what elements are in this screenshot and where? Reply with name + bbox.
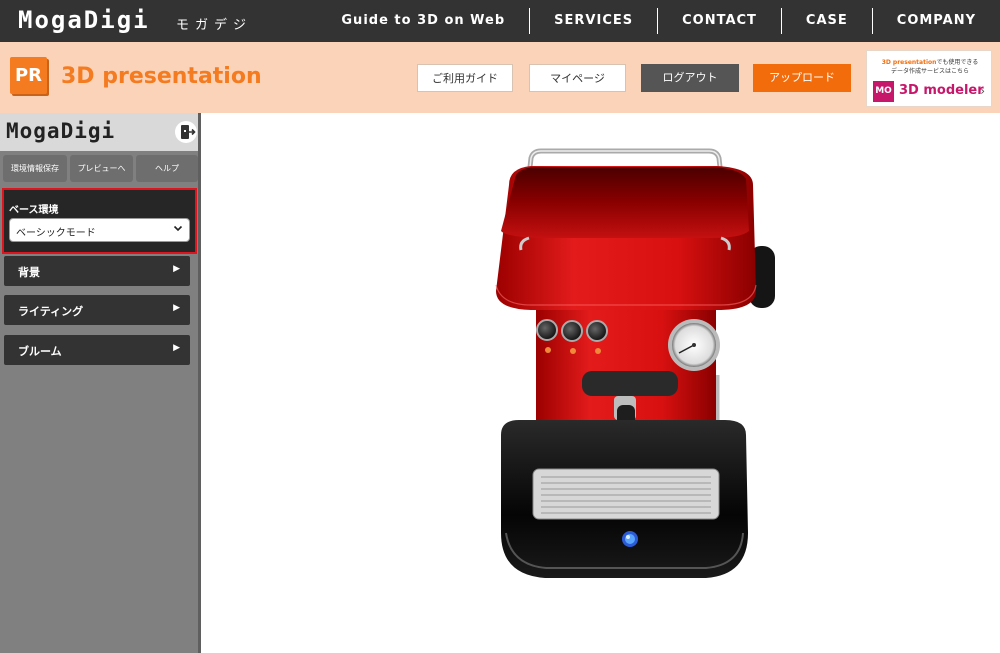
- mypage-button[interactable]: マイページ: [529, 64, 626, 92]
- triangle-right-icon: ▶: [173, 264, 180, 274]
- base-environment-select[interactable]: ベーシックモード: [9, 218, 190, 242]
- top-nav: MogaDigi モガデジ Guide to 3D on Web SERVICE…: [0, 0, 1000, 42]
- promo-highlight: 3D presentation: [881, 59, 937, 66]
- promo-line-2: データ作成サービスはこちら: [890, 68, 969, 75]
- app-title: 3D presentation: [61, 64, 262, 89]
- sidebar-tabs: 環境情報保存 プレビューへ ヘルプ: [3, 155, 198, 183]
- nav-link-company[interactable]: COMPANY: [871, 8, 1000, 34]
- settings-sidebar: MogaDigi 環境情報保存 プレビューへ ヘルプ ベース環境 ベーシックモー…: [0, 113, 201, 653]
- promo-line-1: 3D presentationでも使用できる: [873, 57, 987, 66]
- logout-button[interactable]: ログアウト: [641, 64, 739, 92]
- base-environment-value: ベーシックモード: [16, 228, 96, 239]
- espresso-machine-model: [495, 148, 775, 578]
- section-lighting-label: ライティング: [18, 305, 84, 318]
- 3d-viewer-canvas[interactable]: [201, 113, 1000, 653]
- save-settings-button[interactable]: 環境情報保存: [3, 155, 67, 182]
- section-bloom[interactable]: ブルーム ▶: [4, 335, 190, 365]
- section-background-label: 背景: [18, 266, 40, 279]
- nav-link-guide[interactable]: Guide to 3D on Web: [317, 8, 529, 34]
- site-logo[interactable]: MogaDigi: [18, 6, 150, 34]
- sidebar-logo: MogaDigi: [6, 119, 116, 143]
- promo-line-1-rest: でも使用できる: [936, 59, 979, 66]
- base-environment-panel: ベース環境 ベーシックモード: [2, 188, 197, 254]
- nav-link-case[interactable]: CASE: [780, 8, 872, 34]
- preview-button[interactable]: プレビューへ: [70, 155, 133, 182]
- guide-button[interactable]: ご利用ガイド: [417, 64, 513, 92]
- sidebar-header: MogaDigi: [0, 113, 198, 151]
- nav-links: Guide to 3D on Web SERVICES CONTACT CASE…: [317, 0, 1000, 42]
- site-logo-kana: モガデジ: [176, 18, 253, 33]
- section-background[interactable]: 背景 ▶: [4, 256, 190, 286]
- nav-link-services[interactable]: SERVICES: [529, 8, 657, 34]
- upload-button[interactable]: アップロード: [753, 64, 851, 92]
- base-environment-label: ベース環境: [9, 205, 59, 216]
- help-button[interactable]: ヘルプ: [136, 155, 198, 182]
- section-bloom-label: ブルーム: [18, 345, 62, 358]
- chevron-down-icon: [173, 223, 183, 236]
- exit-icon[interactable]: [175, 121, 197, 143]
- section-lighting[interactable]: ライティング ▶: [4, 295, 190, 325]
- mo-badge: MO: [873, 81, 894, 102]
- modeler-promo-banner[interactable]: 3D presentationでも使用できる データ作成サービスはこちら MO …: [866, 50, 992, 107]
- triangle-right-icon: ▶: [173, 343, 180, 353]
- pr-badge: PR: [10, 57, 47, 94]
- chevron-right-icon: ›: [980, 84, 985, 98]
- triangle-right-icon: ▶: [173, 303, 180, 313]
- app-header: PR 3D presentation ご利用ガイド マイページ ログアウト アッ…: [0, 42, 1000, 113]
- nav-link-contact[interactable]: CONTACT: [657, 8, 781, 34]
- control-knobs: [536, 319, 608, 354]
- promo-product-name: 3D modeler: [899, 83, 984, 98]
